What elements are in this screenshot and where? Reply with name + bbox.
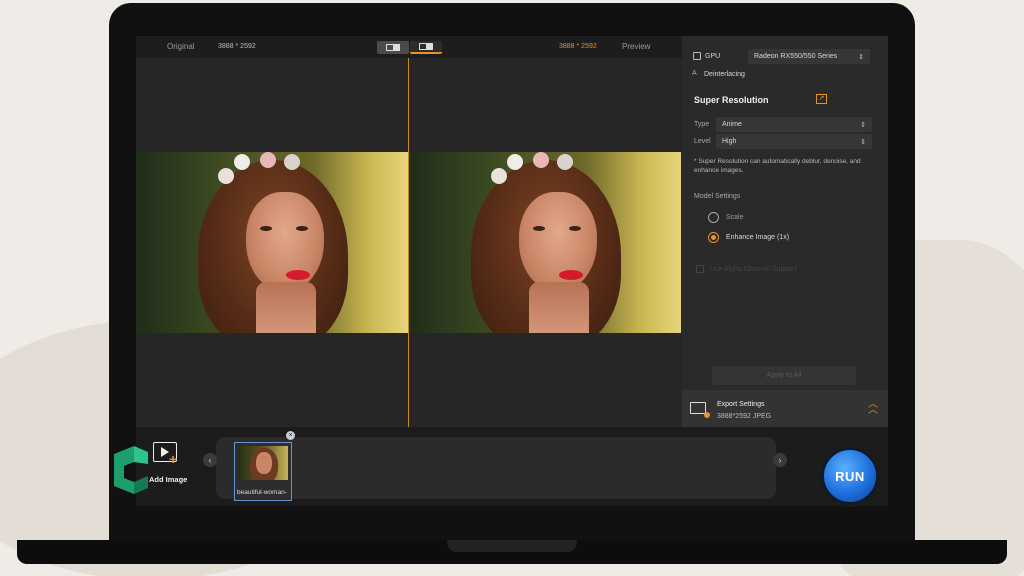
deinterlace-icon: A — [692, 70, 697, 77]
preview-area: Original 3888 * 2592 3888 * 2592 Preview — [136, 36, 682, 427]
enhance-image-radio[interactable] — [708, 232, 719, 243]
original-label: Original — [167, 42, 195, 51]
preview-topbar: Original 3888 * 2592 3888 * 2592 Preview — [136, 36, 682, 58]
compare-divider[interactable] — [408, 58, 409, 427]
split-view-icon — [386, 44, 400, 51]
scale-label: Scale — [726, 214, 744, 221]
export-settings[interactable]: Export Settings 3888*2592 JPEG ︿ ︿ — [682, 390, 888, 428]
compare-view-button[interactable] — [410, 41, 442, 54]
close-icon[interactable]: × — [286, 431, 295, 440]
double-chevron-up-icon[interactable]: ︿ ︿ — [868, 400, 878, 416]
bottom-bar: + Add Image ‹ › beautiful-woman- × — [136, 427, 888, 506]
preview-label: Preview — [622, 42, 651, 51]
plus-icon: + — [169, 451, 178, 467]
model-settings-label: Model Settings — [694, 193, 741, 200]
scale-radio[interactable] — [708, 212, 719, 223]
type-label: Type — [694, 121, 710, 128]
super-resolution-note: * Super Resolution can automatically deb… — [694, 158, 861, 174]
apply-to-all-label: Apply to All — [766, 372, 802, 379]
brand-logo — [114, 446, 148, 494]
apply-to-all-button[interactable]: Apply to All — [712, 366, 856, 385]
deinterlacing-label: Deinterlacing — [704, 71, 745, 78]
chevron-updown-icon: ⇕ — [858, 53, 864, 61]
type-select[interactable]: Anime ⇕ — [716, 117, 872, 132]
run-label: RUN — [835, 468, 865, 484]
run-button[interactable]: RUN — [822, 448, 878, 504]
chevron-left-icon[interactable]: ‹ — [203, 453, 217, 467]
super-resolution-title: Super Resolution — [694, 95, 769, 105]
level-select-value: High — [722, 138, 737, 145]
type-select-value: Anime — [722, 121, 742, 128]
thumbnail-name: beautiful-woman- — [237, 489, 287, 496]
gpu-checkbox[interactable] — [693, 52, 701, 60]
chevron-updown-icon: ⇕ — [860, 121, 866, 129]
thumbnail-image — [238, 446, 288, 480]
preview-dims: 3888 * 2592 — [559, 43, 597, 50]
monitor-settings-icon — [690, 402, 710, 418]
original-image — [136, 152, 408, 333]
level-label: Level — [694, 138, 711, 145]
expand-icon[interactable]: ↗ — [816, 94, 827, 104]
disabled-checkbox[interactable] — [696, 265, 704, 273]
export-title: Export Settings — [717, 401, 765, 408]
app-window: Original 3888 * 2592 3888 * 2592 Preview — [136, 36, 888, 506]
preview-image — [409, 152, 681, 333]
side-by-side-view-button[interactable] — [377, 41, 409, 54]
compare-view-icon — [419, 43, 433, 50]
enhance-image-label: Enhance Image (1x) — [726, 234, 790, 241]
laptop-notch — [447, 540, 577, 552]
level-select[interactable]: High ⇕ — [716, 134, 872, 149]
add-image-label: Add Image — [149, 475, 188, 484]
disabled-option-label: Use Alpha Channel Support — [710, 266, 797, 273]
chevron-updown-icon: ⇕ — [860, 138, 866, 146]
original-dims: 3888 * 2592 — [218, 43, 256, 50]
image-thumbnail[interactable]: beautiful-woman- — [234, 442, 292, 501]
thumbnail-strip — [216, 437, 776, 499]
gpu-label: GPU — [705, 53, 721, 60]
gpu-select-value: Radeon RX550/550 Series — [754, 53, 838, 60]
export-details: 3888*2592 JPEG — [717, 413, 772, 420]
gpu-select[interactable]: Radeon RX550/550 Series ⇕ — [748, 49, 870, 64]
chevron-right-icon[interactable]: › — [773, 453, 787, 467]
